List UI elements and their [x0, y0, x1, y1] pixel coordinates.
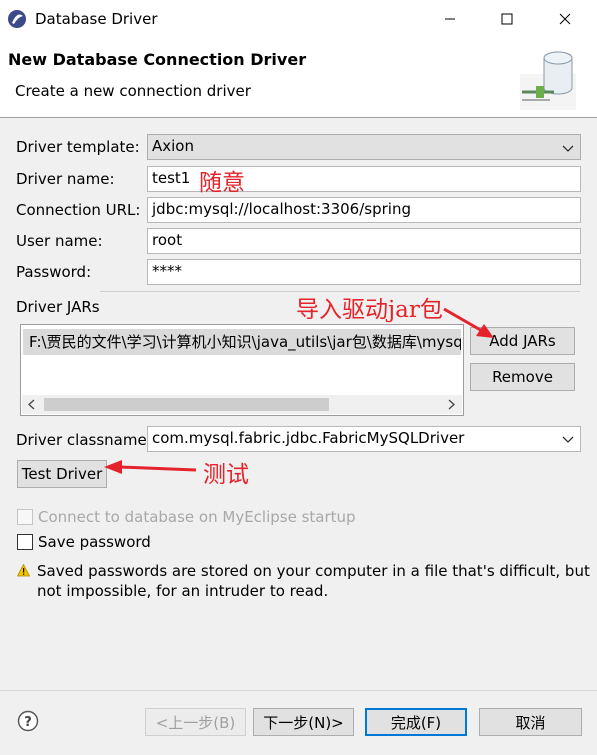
warning-text-line2: not impossible, for an intruder to read. — [37, 582, 329, 600]
scroll-right-icon[interactable] — [444, 398, 458, 411]
arrow-annotation-icon — [104, 460, 197, 474]
test-driver-button[interactable]: Test Driver — [17, 460, 107, 488]
cancel-button[interactable]: 取消 — [479, 708, 582, 736]
chevron-down-icon — [562, 145, 574, 152]
driver-classname-combo[interactable]: com.mysql.fabric.jdbc.FabricMySQLDriver — [147, 426, 581, 452]
dialog-header: New Database Connection Driver Create a … — [0, 38, 597, 118]
scrollbar-thumb[interactable] — [44, 398, 329, 411]
chevron-down-icon — [562, 436, 574, 443]
driver-name-label: Driver name: — [16, 170, 115, 188]
footer-separator — [0, 690, 597, 691]
annotation-test-note: 测试 — [203, 462, 249, 488]
help-icon[interactable]: ? — [17, 710, 39, 732]
driver-template-select[interactable]: Axion — [147, 134, 581, 160]
user-name-input[interactable]: root — [147, 228, 581, 254]
close-button[interactable] — [545, 5, 585, 33]
arrow-annotation-icon — [443, 307, 494, 338]
warning-icon — [17, 564, 30, 577]
save-password-checkbox[interactable] — [17, 534, 33, 550]
close-icon — [559, 13, 571, 25]
password-input[interactable]: **** — [147, 259, 581, 285]
remove-jar-button[interactable]: Remove — [470, 363, 575, 391]
next-button[interactable]: 下一步(N)> — [253, 708, 354, 736]
save-password-label: Save password — [38, 533, 151, 551]
list-item[interactable]: F:\贾民的文件\学习\计算机小知识\java_utils\jar包\数据库\m… — [23, 329, 461, 355]
window-title: Database Driver — [35, 10, 158, 28]
dialog-subtitle: Create a new connection driver — [15, 82, 251, 100]
scroll-left-icon[interactable] — [25, 398, 39, 411]
password-label: Password: — [16, 263, 92, 281]
annotation-name-note: 随意 — [199, 170, 245, 196]
connect-startup-label: Connect to database on MyEclipse startup — [38, 508, 356, 526]
driver-template-label: Driver template: — [16, 138, 140, 156]
back-button[interactable]: <上一步(B) — [145, 708, 246, 736]
connection-url-label: Connection URL: — [16, 201, 141, 219]
maximize-icon — [501, 13, 513, 25]
connect-startup-checkbox[interactable] — [17, 509, 33, 525]
user-name-label: User name: — [16, 232, 103, 250]
connection-url-input[interactable]: jdbc:mysql://localhost:3306/spring — [147, 197, 581, 223]
minimize-button[interactable] — [430, 5, 470, 33]
svg-text:?: ? — [24, 715, 32, 730]
minimize-icon — [445, 18, 455, 20]
database-banner-icon — [520, 51, 576, 110]
maximize-button[interactable] — [487, 5, 527, 33]
driver-classname-value: com.mysql.fabric.jdbc.FabricMySQLDriver — [152, 429, 465, 447]
annotation-jar-note: 导入驱动jar包 — [296, 297, 443, 323]
warning-text-line1: Saved passwords are stored on your compu… — [37, 562, 590, 580]
driver-classname-label: Driver classname: — [16, 431, 152, 449]
app-icon — [8, 10, 26, 28]
finish-button[interactable]: 完成(F) — [365, 708, 467, 736]
dialog-title: New Database Connection Driver — [8, 50, 307, 69]
driver-jars-list[interactable]: F:\贾民的文件\学习\计算机小知识\java_utils\jar包\数据库\m… — [20, 324, 464, 416]
title-bar: Database Driver — [0, 0, 597, 38]
driver-jars-label: Driver JARs — [16, 298, 100, 316]
horizontal-scrollbar[interactable] — [22, 395, 462, 414]
driver-template-value: Axion — [152, 137, 194, 155]
